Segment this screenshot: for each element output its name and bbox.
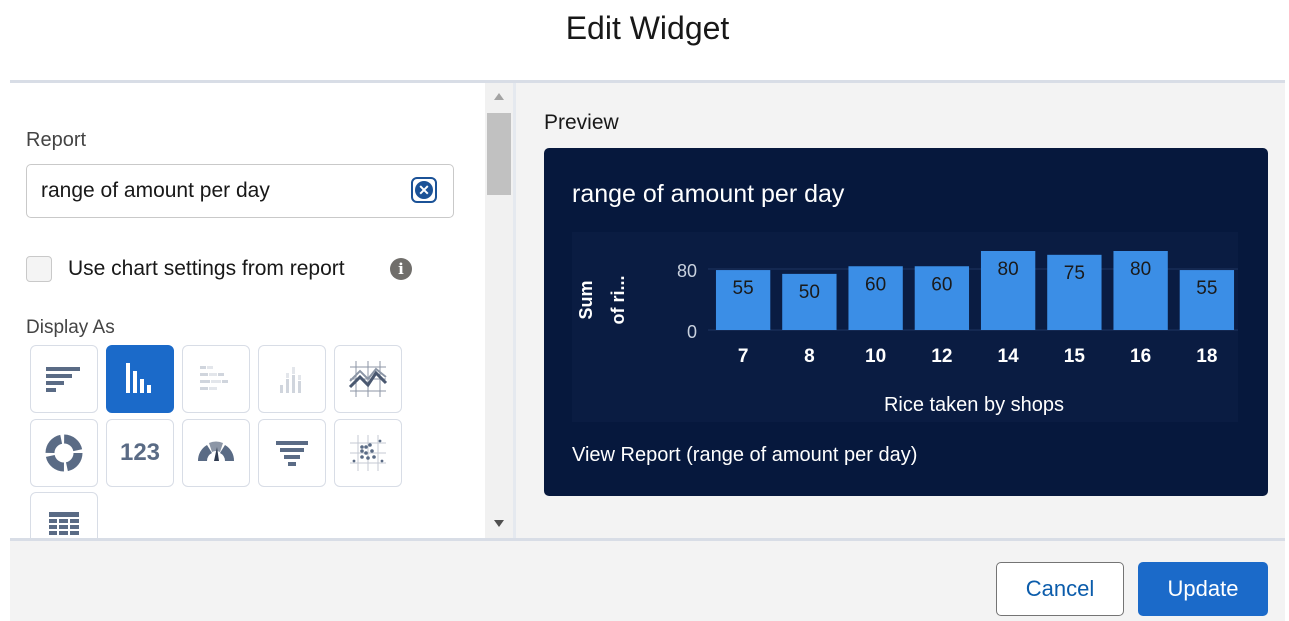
display-scatter-button[interactable] <box>334 419 402 487</box>
x-tick-label: 12 <box>931 346 952 367</box>
y-tick-label: 80 <box>677 261 697 281</box>
x-axis-label: Rice taken by shops <box>884 394 1064 416</box>
table-icon <box>49 512 79 535</box>
chart-preview-card: range of amount per day 80 0 Sum of ri... 55… <box>544 148 1268 496</box>
dialog-footer: Cancel Update <box>10 541 1285 621</box>
y-tick-label: 0 <box>687 322 697 342</box>
line-chart-icon <box>348 361 388 397</box>
close-icon: ✕ <box>415 181 433 199</box>
display-donut-button[interactable] <box>30 419 98 487</box>
scroll-up-arrow-icon[interactable] <box>494 93 504 100</box>
bar-value-label: 60 <box>931 274 952 295</box>
stacked-vertical-bar-chart-icon <box>280 367 301 393</box>
bar-value-label: 55 <box>733 278 754 299</box>
update-button[interactable]: Update <box>1138 562 1268 616</box>
use-chart-settings-label: Use chart settings from report <box>68 257 345 280</box>
vertical-bar-chart-icon <box>126 363 151 393</box>
scatter-chart-icon <box>350 435 386 471</box>
bar-value-label: 75 <box>1064 263 1085 284</box>
display-line-chart-button[interactable] <box>334 345 402 413</box>
report-lookup-value: range of amount per day <box>41 179 270 202</box>
funnel-chart-icon <box>276 441 308 466</box>
x-tick-label: 18 <box>1196 346 1217 367</box>
y-axis-label-line1: Sum <box>576 280 596 319</box>
bar-value-label: 55 <box>1196 278 1217 299</box>
preview-label: Preview <box>544 111 619 134</box>
clear-selection-button[interactable]: ✕ <box>411 177 437 203</box>
display-horizontal-bar-button[interactable] <box>30 345 98 413</box>
display-as-label: Display As <box>26 317 115 338</box>
bar-value-label: 80 <box>998 259 1019 280</box>
display-vertical-bar-button[interactable] <box>106 345 174 413</box>
report-lookup-field[interactable]: range of amount per day ✕ <box>26 164 454 218</box>
preview-panel: Preview range of amount per day 80 0 Sum of… <box>516 83 1285 538</box>
gauge-icon <box>197 441 235 461</box>
bar-value-label: 80 <box>1130 259 1151 280</box>
settings-panel: Report range of amount per day ✕ Use cha… <box>10 83 485 538</box>
x-tick-label: 10 <box>865 346 886 367</box>
x-tick-label: 8 <box>804 346 815 367</box>
scroll-thumb[interactable] <box>487 113 511 195</box>
x-tick-label: 16 <box>1130 346 1151 367</box>
display-stacked-vertical-bar-button[interactable] <box>258 345 326 413</box>
display-gauge-button[interactable] <box>182 419 250 487</box>
cancel-button[interactable]: Cancel <box>996 562 1124 616</box>
scroll-down-arrow-icon[interactable] <box>494 520 504 527</box>
info-icon[interactable]: i <box>390 258 412 280</box>
display-funnel-button[interactable] <box>258 419 326 487</box>
metric-icon: 123 <box>119 439 161 466</box>
x-tick-label: 14 <box>998 346 1020 367</box>
y-axis-label-line2: of ri... <box>608 276 628 325</box>
bar-chart: 80 0 Sum of ri... 55 7 50 8 60 10 60 12 80 14 75 15 80 16… <box>576 251 1238 416</box>
bar-value-label: 60 <box>865 274 886 295</box>
horizontal-bar-chart-icon <box>46 367 80 392</box>
stacked-horizontal-bar-chart-icon <box>200 366 228 390</box>
bar-value-label: 50 <box>799 282 820 303</box>
donut-chart-icon <box>45 434 83 472</box>
x-tick-label: 7 <box>738 346 749 367</box>
x-tick-label: 15 <box>1064 346 1086 367</box>
display-table-button[interactable] <box>30 492 98 538</box>
report-label: Report <box>26 129 87 151</box>
display-metric-button[interactable]: 123 <box>106 419 174 487</box>
dialog-title: Edit Widget <box>565 10 730 46</box>
display-stacked-horizontal-bar-button[interactable] <box>182 345 250 413</box>
view-report-link[interactable]: View Report (range of amount per day) <box>572 444 917 467</box>
use-chart-settings-checkbox[interactable] <box>26 256 52 282</box>
settings-scrollbar[interactable] <box>485 83 513 538</box>
